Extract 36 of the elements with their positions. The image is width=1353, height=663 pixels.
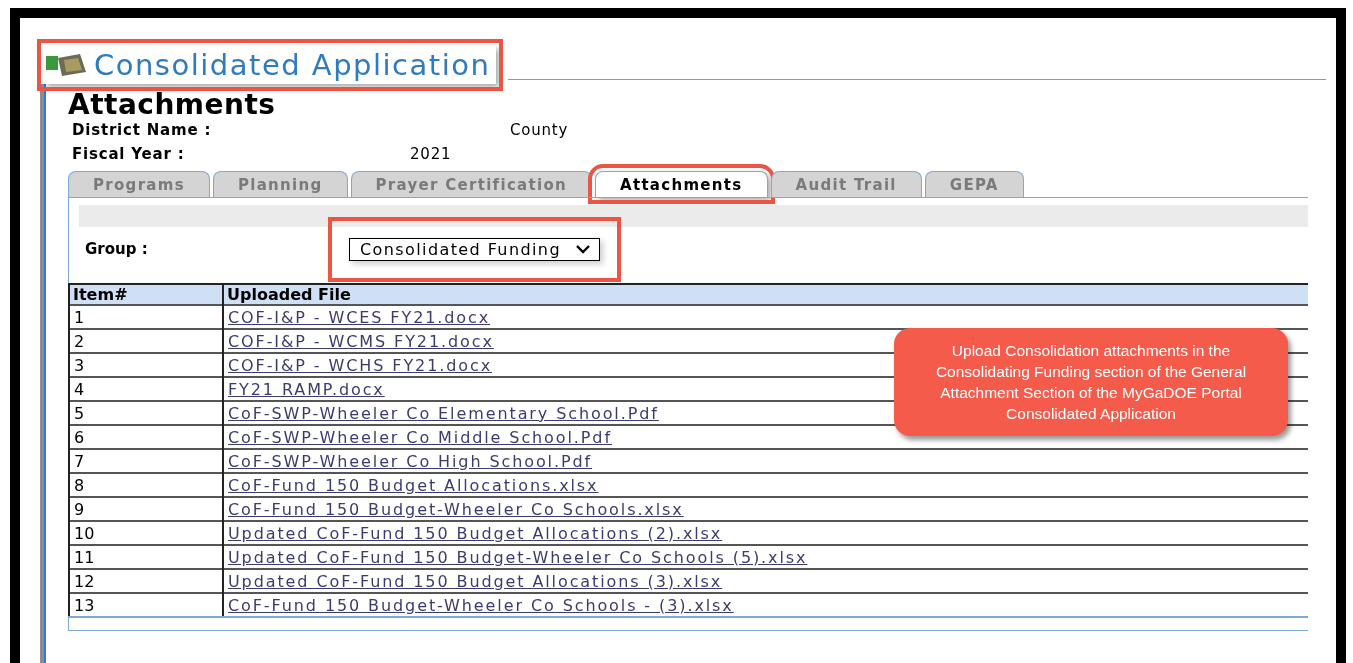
field-label: Fiscal Year :: [72, 145, 185, 163]
item-number-cell: 6: [69, 425, 223, 449]
chevron-down-icon: [574, 244, 591, 254]
item-number-cell: 3: [69, 353, 223, 377]
app-title: Consolidated Application: [94, 48, 491, 82]
file-link[interactable]: COF-I&P - WCMS FY21.docx: [228, 331, 494, 351]
file-link[interactable]: Updated CoF-Fund 150 Budget Allocations (3).xlsx: [228, 571, 723, 591]
file-link[interactable]: COF-I&P - WCES FY21.docx: [228, 307, 491, 327]
item-number-cell: 5: [69, 401, 223, 425]
file-link[interactable]: CoF-SWP-Wheeler Co High School.Pdf: [228, 451, 593, 471]
field-value: County: [510, 121, 569, 139]
item-number-cell: 11: [69, 545, 223, 569]
file-link[interactable]: CoF-Fund 150 Budget Allocations.xlsx: [228, 475, 599, 495]
file-link[interactable]: CoF-SWP-Wheeler Co Middle School.Pdf: [228, 427, 612, 447]
item-number-cell: 4: [69, 377, 223, 401]
file-link[interactable]: Updated CoF-Fund 150 Budget Allocations (2).xlsx: [228, 523, 723, 543]
item-number-cell: 10: [69, 521, 223, 545]
item-number-cell: 2: [69, 329, 223, 353]
file-link[interactable]: Updated CoF-Fund 150 Budget-Wheeler Co Schools (5).xlsx: [228, 547, 808, 567]
file-link[interactable]: FY21 RAMP.docx: [228, 379, 385, 399]
column-header: Item#: [69, 284, 223, 305]
item-number-cell: 7: [69, 449, 223, 473]
item-number-cell: 12: [69, 569, 223, 593]
item-number-cell: 8: [69, 473, 223, 497]
field-value: 2021: [410, 145, 452, 163]
file-link[interactable]: CoF-Fund 150 Budget-Wheeler Co Schools.xlsx: [228, 499, 684, 519]
callout-note: Upload Consolidation attachments in the Consolidating Funding section of the General Attachment Section of the MyGaDOE Portal Consolidated Application: [894, 328, 1288, 436]
column-header: Uploaded File: [223, 284, 1308, 305]
field-label: District Name :: [72, 121, 212, 139]
page-heading: Attachments: [68, 88, 277, 121]
item-number-cell: 1: [69, 305, 223, 329]
item-number-cell: 9: [69, 497, 223, 521]
file-link[interactable]: COF-I&P - WCHS FY21.docx: [228, 355, 493, 375]
item-number-cell: 13: [69, 593, 223, 617]
group-label: Group :: [85, 240, 149, 258]
file-link[interactable]: CoF-SWP-Wheeler Co Elementary School.Pdf: [228, 403, 659, 423]
